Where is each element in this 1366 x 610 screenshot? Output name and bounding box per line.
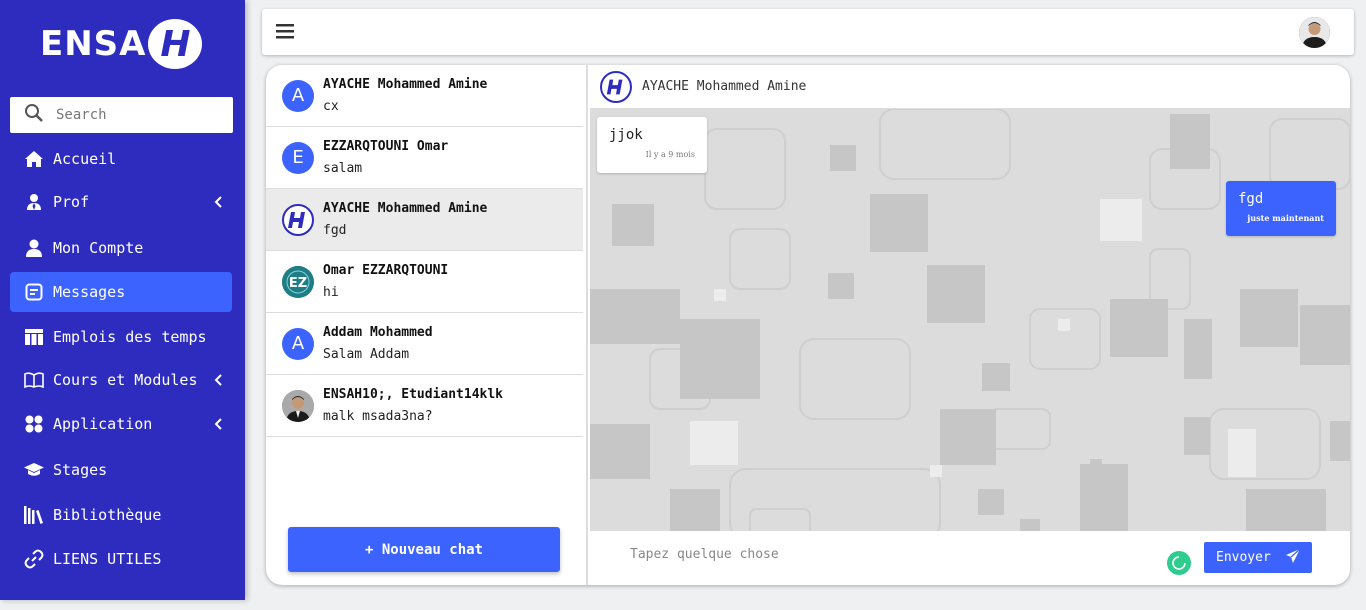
svg-text:EZ: EZ: [289, 276, 307, 291]
conversation-name: ENSAH10;, Etudiant14klk: [323, 387, 504, 402]
send-button-label: Envoyer: [1216, 550, 1271, 565]
sidebar-item-liens-utiles[interactable]: LIENS UTILES: [10, 539, 232, 579]
chevron-left-icon: [214, 194, 222, 212]
conversation-last-message: Salam Addam: [323, 347, 410, 362]
conversation-last-message: hi: [323, 285, 339, 300]
sidebar-item-cours[interactable]: Cours et Modules: [10, 360, 232, 400]
sidebar-item-accueil[interactable]: Accueil: [10, 139, 232, 179]
link-icon: [24, 549, 44, 569]
conversation-name: Addam Mohammed: [323, 325, 433, 340]
message-text: jjok: [609, 127, 643, 143]
send-button[interactable]: Envoyer: [1204, 542, 1312, 573]
chat-area: AYACHE Mohammed Amine jjok Il y a 9 mois…: [590, 65, 1350, 585]
message-input[interactable]: [630, 543, 1150, 565]
conversation-item[interactable]: ENSAH10;, Etudiant14klk malk msada3na?: [266, 375, 583, 437]
sidebar-item-prof[interactable]: Prof: [10, 182, 232, 222]
chat-header: AYACHE Mohammed Amine: [590, 65, 1350, 109]
user-icon: [24, 238, 44, 258]
book-icon: [24, 370, 44, 390]
hamburger-icon[interactable]: [276, 24, 294, 43]
sidebar-item-bibliotheque[interactable]: Bibliothèque: [10, 495, 232, 535]
sidebar-item-label: LIENS UTILES: [53, 550, 162, 568]
message-bubble-incoming: jjok Il y a 9 mois: [597, 117, 707, 173]
messages-panel: A AYACHE Mohammed Amine cx E EZZARQTOUNI…: [266, 65, 1350, 585]
sidebar-item-label: Bibliothèque: [53, 506, 162, 524]
user-tie-icon: [24, 192, 44, 212]
top-bar: [262, 9, 1354, 55]
chat-title: AYACHE Mohammed Amine: [642, 79, 807, 94]
sidebar-item-stages[interactable]: Stages: [10, 450, 232, 490]
logo-mark: H: [148, 19, 203, 69]
avatar: A: [282, 327, 314, 360]
table-icon: [24, 327, 44, 347]
message-icon: [24, 282, 44, 302]
message-time: Il y a 9 mois: [645, 150, 695, 159]
message-bubble-outgoing: fgd juste maintenant: [1226, 181, 1336, 236]
conversation-last-message: fgd: [323, 223, 347, 238]
avatar: E: [282, 141, 314, 174]
new-chat-button[interactable]: + Nouveau chat: [288, 527, 560, 572]
sidebar-item-emplois[interactable]: Emplois des temps: [10, 317, 232, 357]
search-input[interactable]: [56, 107, 216, 123]
conversation-name: EZZARQTOUNI Omar: [323, 139, 449, 154]
conversation-name: AYACHE Mohammed Amine: [323, 77, 488, 92]
sidebar-item-application[interactable]: Application: [10, 404, 232, 444]
search-box: [10, 97, 233, 133]
conversation-item[interactable]: E EZZARQTOUNI Omar salam: [266, 127, 583, 189]
ensah-logo-avatar: [282, 203, 314, 236]
chat-messages-area[interactable]: jjok Il y a 9 mois fgd juste maintenant: [590, 109, 1350, 531]
conversation-item-selected[interactable]: AYACHE Mohammed Amine fgd: [266, 189, 583, 251]
library-icon: [24, 505, 44, 525]
avatar: A: [282, 79, 314, 112]
loading-spinner-icon: [1167, 551, 1191, 575]
sidebar-item-label: Messages: [53, 283, 126, 301]
conversation-list: A AYACHE Mohammed Amine cx E EZZARQTOUNI…: [266, 65, 588, 585]
conversation-item[interactable]: EZ Omar EZZARQTOUNI hi: [266, 251, 583, 313]
ez-logo-avatar: EZ: [282, 265, 314, 298]
message-composer: Envoyer: [590, 531, 1350, 585]
conversation-item[interactable]: A Addam Mohammed Salam Addam: [266, 313, 583, 375]
sidebar-item-label: Stages: [53, 461, 108, 479]
conversation-last-message: malk msada3na?: [323, 409, 433, 424]
graduation-cap-icon: [24, 460, 44, 480]
message-time: juste maintenant: [1247, 213, 1324, 223]
sidebar-item-label: Mon Compte: [53, 239, 144, 257]
conversation-item[interactable]: A AYACHE Mohammed Amine cx: [266, 65, 583, 127]
conversation-name: Omar EZZARQTOUNI: [323, 263, 449, 278]
conversation-last-message: cx: [323, 99, 339, 114]
ensah-logo[interactable]: ENSA H: [40, 18, 203, 70]
chevron-left-icon: [214, 372, 222, 390]
search-icon: [24, 103, 44, 127]
photo-avatar: [282, 389, 314, 422]
sidebar-item-label: Prof: [53, 193, 90, 211]
sidebar-item-mon-compte[interactable]: Mon Compte: [10, 228, 232, 268]
apps-icon: [24, 414, 44, 434]
user-avatar[interactable]: [1299, 17, 1330, 48]
home-icon: [24, 149, 44, 169]
send-icon: [1271, 548, 1301, 568]
chevron-left-icon: [214, 416, 222, 434]
sidebar: ENSA H Accueil Prof Mon Compte Messages …: [0, 0, 245, 600]
sidebar-item-label: Cours et Modules: [53, 371, 198, 389]
sidebar-item-label: Emplois des temps: [53, 328, 207, 346]
sidebar-item-label: Accueil: [53, 150, 117, 168]
conversation-last-message: salam: [323, 161, 363, 176]
sidebar-item-label: Application: [53, 415, 153, 433]
conversation-name: AYACHE Mohammed Amine: [323, 201, 488, 216]
logo-text: ENSA: [40, 24, 147, 64]
message-text: fgd: [1238, 191, 1264, 207]
ensah-logo-avatar: [600, 70, 632, 103]
sidebar-item-messages[interactable]: Messages: [10, 272, 232, 312]
